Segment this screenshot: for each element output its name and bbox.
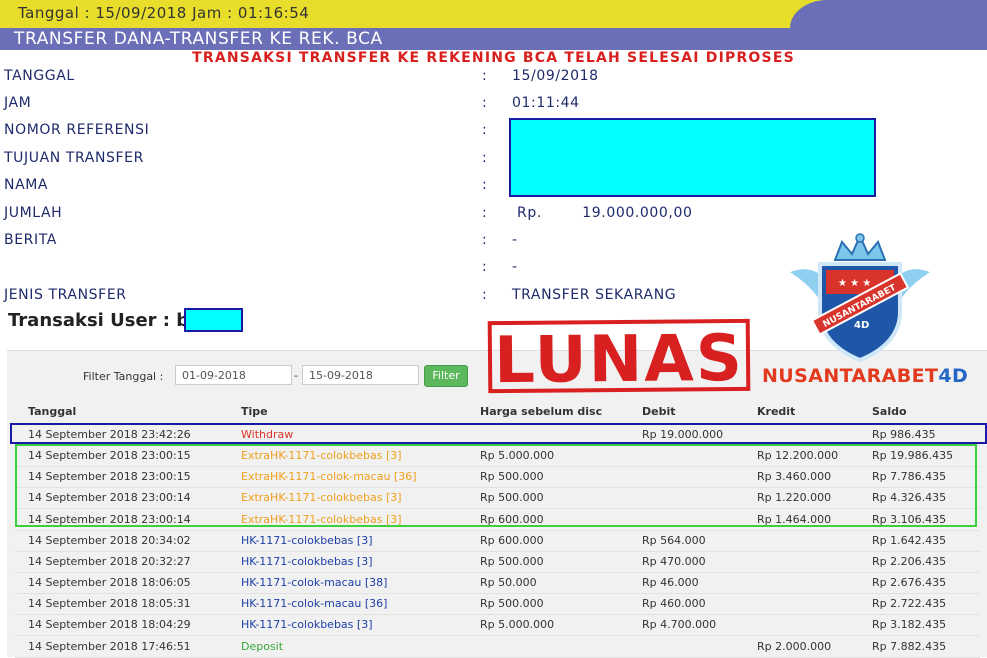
user-transactions-title-text: Transaksi User : b (8, 310, 190, 331)
receipt-row-jam: JAM : 01:11:44 (0, 93, 900, 115)
cell-tanggal: 14 September 2018 20:32:27 (28, 554, 191, 568)
receipt-colon: : (482, 68, 488, 84)
receipt-label: JUMLAH (4, 205, 63, 221)
table-row: 14 September 2018 20:34:02 HK-1171-colokb… (15, 530, 980, 552)
table-row: 14 September 2018 20:32:27 HK-1171-colokb… (15, 551, 980, 573)
cell-tipe: HK-1171-colokbebas [3] (241, 554, 373, 568)
cell-tanggal: 14 September 2018 18:04:29 (28, 618, 191, 632)
table-row: 14 September 2018 17:46:51 Deposit Rp 2.00… (15, 636, 980, 658)
cell-saldo: Rp 3.182.435 (872, 618, 947, 632)
logo-sub-text: 4D (854, 320, 869, 331)
date-header-bar: Tanggal : 15/09/2018 Jam : 01:16:54 (0, 0, 987, 28)
receipt-value: - (512, 259, 518, 275)
receipt-row-jumlah: JUMLAH : Rp. 19.000.000,00 (0, 203, 900, 225)
filter-date-separator: - (294, 369, 298, 382)
receipt-label: NAMA (4, 177, 49, 193)
cell-tanggal: 14 September 2018 18:06:05 (28, 576, 191, 590)
page-title-bar: TRANSFER DANA-TRANSFER KE REK. BCA (0, 28, 987, 50)
transaction-status-message: TRANSAKSI TRANSFER KE REKENING BCA TELAH… (192, 50, 795, 66)
receipt-label: TUJUAN TRANSFER (4, 150, 144, 166)
page-title: TRANSFER DANA-TRANSFER KE REK. BCA (14, 29, 383, 49)
receipt-label: TANGGAL (4, 68, 75, 84)
receipt-colon: : (482, 177, 488, 193)
receipt-row-berita: BERITA : - (0, 230, 900, 252)
cell-debit: Rp 470.000 (642, 554, 706, 568)
cell-saldo: Rp 2.206.435 (872, 554, 947, 568)
filter-date-to-input[interactable]: 15-09-2018 (302, 365, 419, 385)
column-header-tipe: Tipe (241, 405, 268, 418)
cell-saldo: Rp 7.882.435 (872, 639, 947, 653)
cell-kredit: Rp 2.000.000 (757, 639, 832, 653)
column-header-debit: Debit (642, 405, 676, 418)
table-row: 14 September 2018 18:06:05 HK-1171-colok-… (15, 572, 980, 595)
winnings-highlight-box (15, 444, 977, 527)
filter-date-from-input[interactable]: 01-09-2018 (175, 365, 292, 385)
cell-debit: Rp 46.000 (642, 576, 699, 590)
receipt-row-berita-2: : - (0, 257, 900, 279)
cell-tanggal: 14 September 2018 18:05:31 (28, 597, 191, 611)
receipt-colon: : (482, 205, 488, 221)
receipt-value-amount: Rp. 19.000.000,00 (517, 205, 693, 221)
cell-tipe: Deposit (241, 639, 284, 653)
cell-saldo: Rp 2.722.435 (872, 597, 947, 611)
svg-text:★ ★ ★: ★ ★ ★ (838, 278, 871, 289)
cell-tipe: HK-1171-colokbebas [3] (241, 533, 373, 547)
receipt-value: - (512, 232, 518, 248)
receipt-value: 01:11:44 (512, 95, 580, 111)
receipt-row-tanggal: TANGGAL : 15/09/2018 (0, 66, 900, 88)
receipt-colon: : (482, 122, 488, 138)
filter-button[interactable]: Filter (424, 365, 468, 387)
receipt-label: JAM (4, 95, 32, 111)
cell-debit: Rp 4.700.000 (642, 618, 717, 632)
filter-date-label: Filter Tanggal : (83, 370, 164, 383)
brand-wordmark: NUSANTARABET4D (762, 365, 968, 387)
column-header-kredit: Kredit (757, 405, 796, 418)
receipt-label: NOMOR REFERENSI (4, 122, 150, 138)
brand-name: NUSANTARABET (762, 365, 939, 387)
receipt-label: BERITA (4, 232, 57, 248)
cell-harga: Rp 5.000.000 (480, 618, 555, 632)
receipt-value: 15/09/2018 (512, 68, 599, 84)
receipt-row-jenis-transfer: JENIS TRANSFER : TRANSFER SEKARANG (0, 285, 900, 307)
receipt-colon: : (482, 150, 488, 166)
cell-harga: Rp 600.000 (480, 533, 544, 547)
cell-tipe: HK-1171-colok-macau [38] (241, 576, 388, 590)
table-row: 14 September 2018 18:05:31 HK-1171-colok-… (15, 593, 980, 616)
receipt-colon: : (482, 95, 488, 111)
receipt-colon: : (482, 287, 488, 303)
cell-tanggal: 14 September 2018 17:46:51 (28, 639, 191, 653)
table-row: 14 September 2018 18:04:29 HK-1171-colokb… (15, 614, 980, 637)
cell-harga: Rp 500.000 (480, 554, 544, 568)
user-transactions-title: Transaksi User : b (8, 310, 189, 331)
cell-debit: Rp 460.000 (642, 597, 706, 611)
column-header-tanggal: Tanggal (28, 405, 77, 418)
cell-debit: Rp 564.000 (642, 533, 706, 547)
cell-saldo: Rp 1.642.435 (872, 533, 947, 547)
cell-tipe: HK-1171-colok-macau [36] (241, 597, 388, 611)
cell-tipe: HK-1171-colokbebas [3] (241, 618, 373, 632)
cell-harga: Rp 50.000 (480, 576, 537, 590)
nusantarabet-shield-logo: ★ ★ ★ NUSANTARABET 4D (785, 233, 935, 363)
redacted-username-box (184, 308, 243, 332)
brand-suffix: 4D (938, 365, 969, 387)
cell-harga: Rp 500.000 (480, 597, 544, 611)
receipt-colon: : (482, 259, 488, 275)
column-header-harga: Harga sebelum disc (480, 405, 603, 418)
receipt-label: JENIS TRANSFER (4, 287, 127, 303)
receipt-colon: : (482, 232, 488, 248)
header-datetime: Tanggal : 15/09/2018 Jam : 01:16:54 (18, 4, 310, 22)
column-header-saldo: Saldo (872, 405, 907, 418)
redacted-account-box (509, 118, 876, 197)
lunas-stamp: LUNAS (487, 318, 751, 398)
withdraw-highlight-box (10, 423, 987, 444)
header-curve-decoration (790, 0, 987, 28)
cell-saldo: Rp 2.676.435 (872, 576, 947, 590)
receipt-value: TRANSFER SEKARANG (512, 287, 677, 303)
cell-tanggal: 14 September 2018 20:34:02 (28, 533, 191, 547)
